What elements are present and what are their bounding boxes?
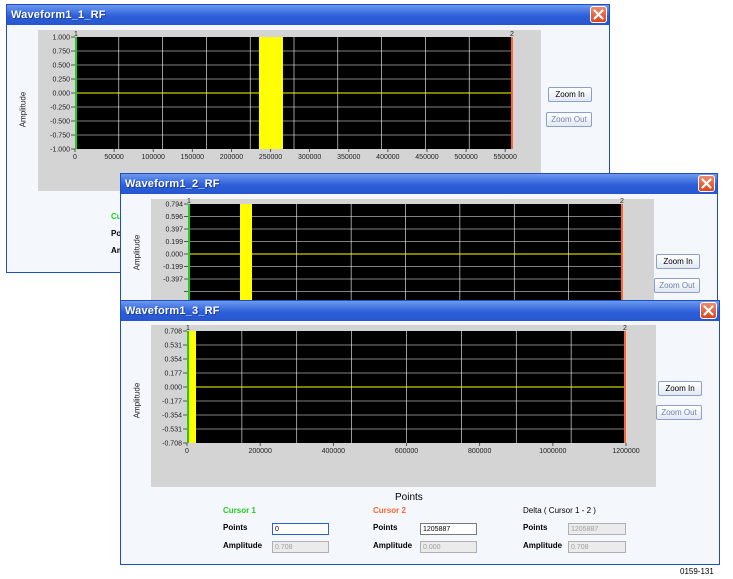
x-tick-label: 100000 (142, 154, 165, 161)
y-tick-label: -0.354 (162, 413, 182, 420)
x-tick-label: 0 (73, 154, 77, 161)
y-tick-label: 0.177 (164, 371, 182, 378)
y-tick-label: 0.531 (164, 343, 182, 350)
cursor1-points-field[interactable] (272, 523, 329, 535)
delta-heading: Delta ( Cursor 1 - 2 ) (523, 506, 596, 515)
x-tick-label: 800000 (468, 448, 491, 455)
y-tick-label: -0.500 (50, 119, 70, 126)
y-tick-label: -0.708 (162, 441, 182, 448)
x-tick-label: 550000 (493, 154, 516, 161)
y-tick-label: 0.199 (165, 239, 183, 246)
y-tick-label: 0.000 (52, 91, 70, 98)
x-tick-label: 1200000 (612, 448, 639, 455)
window-3-x-axis-label: Points (395, 492, 423, 503)
x-tick-label: 400000 (376, 154, 399, 161)
window-1-zoom-out-button[interactable]: Zoom Out (546, 112, 592, 127)
y-tick-label: 0.397 (165, 227, 183, 234)
cursor2-amplitude-field (420, 541, 477, 553)
rf-burst (240, 204, 252, 304)
y-tick-label: -0.531 (162, 427, 182, 434)
delta-points-field (568, 523, 626, 535)
y-tick-label: -0.750 (50, 133, 70, 140)
y-tick-label: 0.596 (165, 214, 183, 221)
cursor1-amplitude-label: Amplitude (223, 541, 263, 550)
x-tick-label: 350000 (337, 154, 360, 161)
x-tick-label: 50000 (104, 154, 124, 161)
x-tick-label: 600000 (395, 448, 418, 455)
cursor1-marker: 1 (187, 198, 191, 205)
x-tick-label: 150000 (181, 154, 204, 161)
figure-id: 0159-131 (680, 567, 714, 576)
cursor1-heading: Cursor 1 (223, 506, 256, 515)
cursor1-marker: 1 (186, 325, 190, 332)
rf-burst (259, 37, 283, 149)
window-1-zoom-in-button[interactable]: Zoom In (548, 87, 592, 102)
cursor1-points-label: Points (223, 523, 248, 532)
cursor1-marker: 1 (74, 31, 78, 38)
window-2-zoom-in-button[interactable]: Zoom In (656, 254, 700, 269)
y-tick-label: 1.000 (52, 35, 70, 42)
window-3-zoom-out-button[interactable]: Zoom Out (656, 405, 702, 420)
waveform-window-2: Waveform1_2_RF Amplitude 0.794 0.596 0.397… (120, 173, 719, 305)
x-tick-label: 400000 (322, 448, 345, 455)
x-tick-label: 200000 (248, 448, 271, 455)
x-tick-label: 250000 (259, 154, 282, 161)
x-tick-label: 1000000 (539, 448, 566, 455)
cursor2-amplitude-label: Amplitude (373, 541, 413, 550)
y-tick-label: -0.250 (50, 105, 70, 112)
x-tick-label: 300000 (298, 154, 321, 161)
x-tick-label: 450000 (415, 154, 438, 161)
x-tick-label: 0 (185, 448, 189, 455)
y-tick-label: 0.000 (164, 385, 182, 392)
y-tick-label: 0.250 (52, 77, 70, 84)
y-tick-label: 0.500 (52, 63, 70, 70)
y-tick-label: -0.177 (162, 399, 182, 406)
window-2-waveform-plot[interactable]: 0.794 0.596 0.397 0.199 0.000 -0.199 -0.397 1 2 (121, 174, 719, 305)
y-tick-label: 0.708 (164, 329, 182, 336)
delta-amplitude-field (568, 541, 626, 553)
delta-points-label: Points (523, 523, 548, 532)
x-tick-label: 200000 (220, 154, 243, 161)
cursor2-points-field[interactable] (420, 523, 477, 535)
y-tick-label: 0.000 (165, 252, 183, 259)
window-2-zoom-out-button[interactable]: Zoom Out (654, 278, 700, 293)
y-tick-label: 0.750 (52, 49, 70, 56)
cursor2-marker: 2 (620, 198, 624, 205)
y-tick-label: -1.000 (50, 147, 70, 154)
cursor2-heading: Cursor 2 (373, 506, 406, 515)
window-3-zoom-in-button[interactable]: Zoom In (658, 381, 702, 396)
cursor2-points-label: Points (373, 523, 398, 532)
cursor1-amplitude-field (272, 541, 329, 553)
y-tick-label: 0.794 (165, 202, 183, 209)
waveform-window-3: Waveform1_3_RF Amplitude 0.708 0.531 0.354… (120, 300, 720, 565)
x-tick-label: 500000 (454, 154, 477, 161)
y-tick-label: -0.397 (163, 277, 183, 284)
delta-amplitude-label: Amplitude (523, 541, 563, 550)
y-tick-label: -0.199 (163, 264, 183, 271)
y-tick-label: 0.354 (164, 357, 182, 364)
cursor2-marker: 2 (623, 325, 627, 332)
cursor2-marker: 2 (510, 31, 514, 38)
